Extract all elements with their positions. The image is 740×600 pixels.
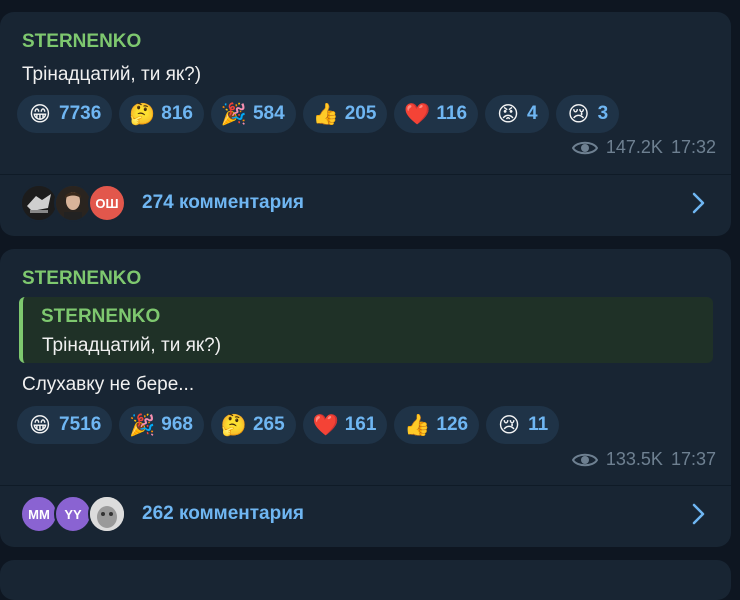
reaction-crying[interactable]: 😢 3 — [555, 95, 620, 133]
grin-emoji-icon: 😁 — [29, 102, 51, 126]
eye-icon — [571, 453, 598, 466]
post-author[interactable]: STERNENKO — [22, 31, 141, 53]
reaction-count: 4 — [527, 103, 538, 124]
chevron-right-icon — [692, 192, 705, 214]
crying-emoji-icon: 😢 — [567, 102, 590, 126]
thinking-emoji-icon: 🤔 — [220, 413, 248, 437]
reaction-grin[interactable]: 😁 7516 — [17, 406, 113, 444]
reaction-thinking[interactable]: 🤔 265 — [210, 406, 296, 444]
views-counter: 133.5K — [571, 449, 663, 470]
avatar: ОШ — [88, 184, 126, 222]
post-meta: 133.5K 17:37 — [571, 449, 716, 470]
post-text: Трінадцатий, ти як?) — [22, 64, 202, 85]
quote-author: STERNENKO — [41, 306, 161, 327]
avatar — [54, 184, 92, 222]
reaction-heart[interactable]: ❤️ 116 — [394, 95, 479, 133]
avatar — [20, 184, 58, 222]
reaction-count: 265 — [252, 414, 285, 435]
avatar-initials: ОШ — [95, 195, 119, 211]
reactions-bar: 😁 7516 🎉 968 🤔 265 ❤️ 161 👍 126 😢 11 — [17, 406, 560, 444]
reaction-count: 584 — [252, 103, 285, 124]
channel-post: STERNENKO STERNENKO Трінадцатий, ти як?)… — [0, 249, 731, 547]
reaction-grin[interactable]: 😁 7736 — [17, 95, 113, 133]
reaction-count: 3 — [597, 103, 609, 124]
avatar-initials: ММ — [28, 506, 50, 522]
comments-button[interactable]: ОШ 274 комментария — [0, 175, 731, 231]
reaction-party[interactable]: 🎉 584 — [210, 95, 296, 133]
avatar: ММ — [20, 495, 58, 533]
quote-text: Трінадцатий, ти як?) — [42, 335, 222, 356]
reaction-angry[interactable]: 😡 4 — [485, 95, 549, 133]
reaction-count: 816 — [161, 103, 193, 124]
reaction-count: 7516 — [59, 414, 102, 435]
channel-post — [0, 560, 731, 600]
reaction-thumbs-up[interactable]: 👍 205 — [302, 95, 388, 133]
reaction-count: 205 — [344, 103, 377, 124]
channel-post: STERNENKO Трінадцатий, ти як?) 😁 7736 🤔 … — [0, 12, 731, 236]
reaction-count: 968 — [161, 414, 193, 435]
avatar-initials: YY — [64, 506, 82, 522]
post-text: Слухавку не бере... — [22, 374, 195, 395]
reaction-count: 161 — [344, 414, 377, 435]
thumbs-up-emoji-icon: 👍 — [312, 102, 339, 126]
reaction-count: 116 — [436, 103, 468, 124]
reply-quote[interactable]: STERNENKO Трінадцатий, ти як?) — [19, 297, 713, 363]
reaction-party[interactable]: 🎉 968 — [119, 406, 204, 444]
reaction-crying[interactable]: 😢 11 — [486, 406, 560, 444]
comments-count: 262 комментария — [142, 503, 304, 524]
thumbs-up-emoji-icon: 👍 — [404, 413, 431, 437]
reaction-count: 11 — [528, 414, 549, 435]
reaction-thumbs-up[interactable]: 👍 126 — [394, 406, 480, 444]
party-emoji-icon: 🎉 — [220, 102, 248, 126]
reaction-heart[interactable]: ❤️ 161 — [302, 406, 388, 444]
heart-emoji-icon: ❤️ — [404, 102, 431, 126]
comments-count: 274 комментария — [142, 192, 304, 213]
post-time: 17:32 — [670, 137, 716, 157]
reaction-count: 126 — [436, 414, 469, 435]
reactions-bar: 😁 7736 🤔 816 🎉 584 👍 205 ❤️ 116 😡 4 😢 3 — [17, 95, 620, 133]
views-counter: 147.2K — [571, 137, 663, 158]
avatar — [88, 495, 126, 533]
grin-emoji-icon: 😁 — [29, 413, 51, 437]
thinking-emoji-icon: 🤔 — [129, 102, 156, 126]
views-count: 133.5K — [605, 449, 663, 469]
chevron-right-icon — [692, 503, 705, 525]
party-emoji-icon: 🎉 — [129, 413, 156, 437]
post-author[interactable]: STERNENKO — [22, 268, 141, 290]
crying-emoji-icon: 😢 — [498, 413, 521, 437]
eye-icon — [571, 141, 598, 154]
reaction-count: 7736 — [59, 103, 102, 124]
commenter-avatars: ММ YY — [20, 495, 130, 533]
views-count: 147.2K — [605, 137, 663, 157]
comments-button[interactable]: ММ YY 262 комментария — [0, 486, 731, 542]
post-time: 17:37 — [670, 449, 716, 469]
commenter-avatars: ОШ — [20, 184, 130, 222]
avatar: YY — [54, 495, 92, 533]
heart-emoji-icon: ❤️ — [312, 413, 339, 437]
post-meta: 147.2K 17:32 — [571, 137, 716, 158]
reaction-thinking[interactable]: 🤔 816 — [119, 95, 204, 133]
angry-emoji-icon: 😡 — [497, 102, 519, 126]
